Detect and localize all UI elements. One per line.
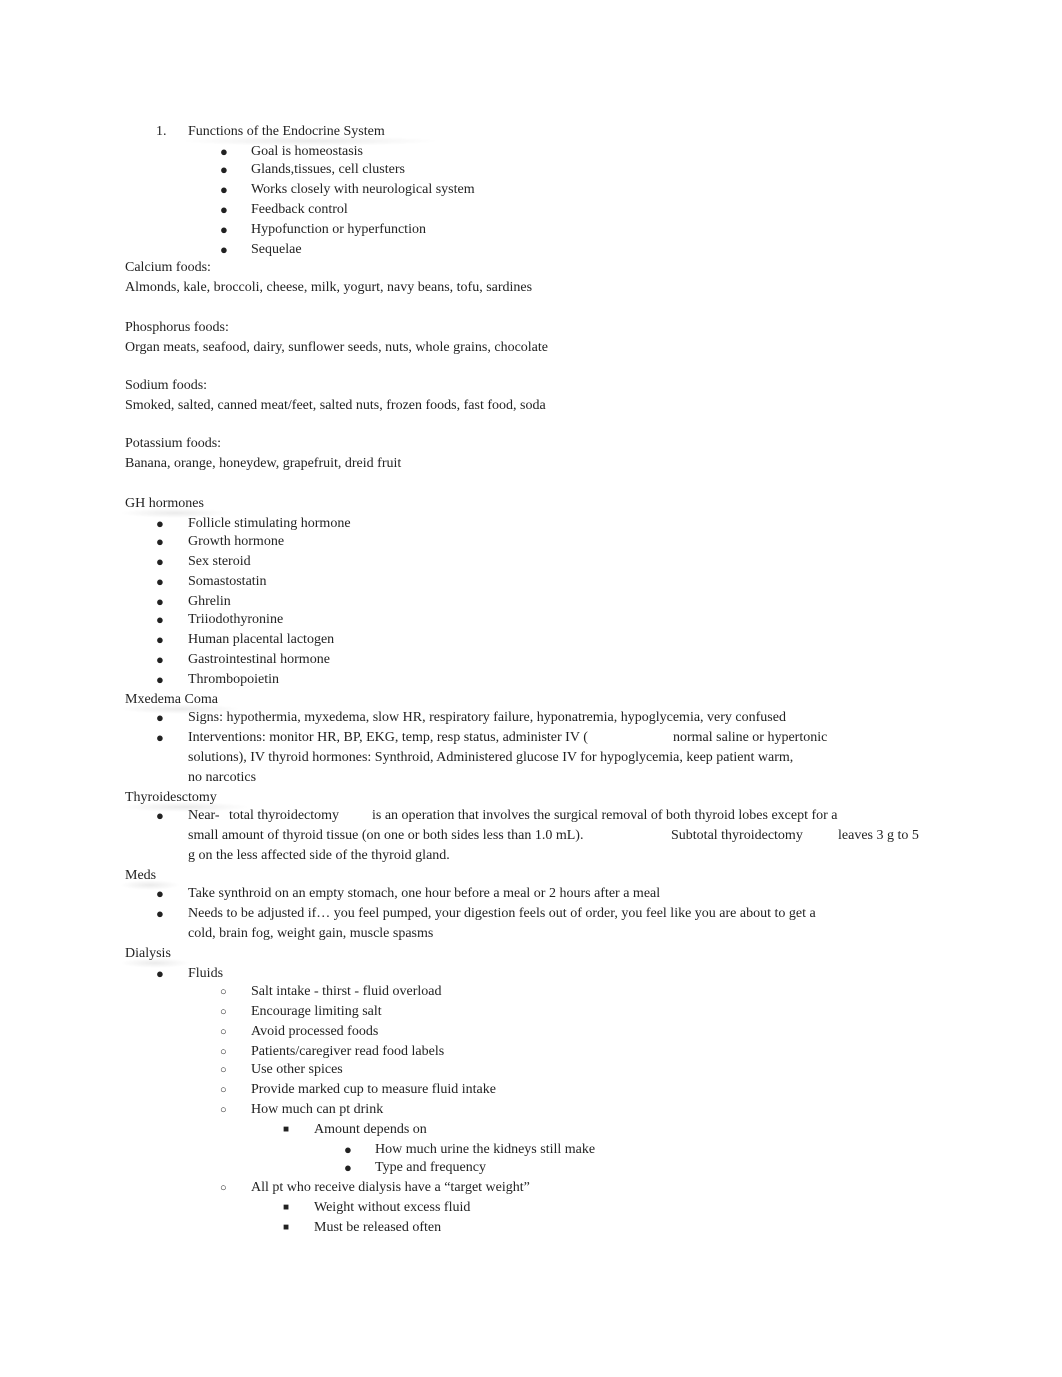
bullet-icon: ● — [344, 1160, 352, 1175]
list-item: Growth hormone — [188, 534, 285, 549]
square-bullet-icon: ■ — [283, 1124, 290, 1135]
hollow-bullet-icon: ○ — [220, 1084, 227, 1096]
hollow-bullet-icon: ○ — [220, 986, 227, 998]
bullet-icon: ● — [220, 202, 228, 217]
signs-text: Signs: hypothermia, myxedema, slow HR, r… — [188, 710, 786, 725]
bullet-icon: ● — [156, 808, 164, 823]
bullet-icon: ● — [156, 906, 164, 921]
bullet-icon: ● — [156, 574, 164, 589]
list-item: Thrombopoietin — [188, 672, 279, 687]
bullet-icon: ● — [220, 144, 228, 159]
meds-heading: Meds — [125, 868, 157, 883]
list-item: Provide marked cup to measure fluid inta… — [251, 1082, 496, 1097]
thyroidectomy-heading: Thyroidesctomy — [125, 790, 217, 805]
list-item: Gastrointestinal hormone — [188, 652, 330, 667]
list-item: Type and frequency — [375, 1160, 486, 1175]
list-item: Works closely with neurological system — [251, 182, 475, 197]
bullet-icon: ● — [220, 242, 228, 257]
thyroidectomy-text-1c: is an operation that involves the surgic… — [372, 808, 838, 823]
list-item: Ghrelin — [188, 594, 231, 609]
list-item: Human placental lactogen — [188, 632, 335, 647]
list-item: Feedback control — [251, 202, 348, 217]
list-number: 1. — [156, 124, 167, 139]
food-label-calcium: Calcium foods: — [125, 260, 211, 275]
bullet-icon: ● — [156, 710, 164, 725]
fluids-item: Fluids — [188, 966, 224, 981]
dialysis-heading: Dialysis — [125, 946, 171, 961]
bullet-icon: ● — [156, 534, 164, 549]
food-list-potassium: Banana, orange, honeydew, grapefruit, dr… — [125, 456, 402, 471]
bullet-icon: ● — [156, 652, 164, 667]
thyroidectomy-text-1b: total thyroidectomy — [229, 808, 340, 823]
interventions-text-1a: Interventions: monitor HR, BP, EKG, temp… — [188, 730, 588, 745]
hollow-bullet-icon: ○ — [220, 1182, 227, 1194]
list-item: Salt intake - thirst - fluid overload — [251, 984, 442, 999]
hollow-bullet-icon: ○ — [220, 1026, 227, 1038]
hollow-bullet-icon: ○ — [220, 1104, 227, 1116]
list-item: Avoid processed foods — [251, 1024, 379, 1039]
bullet-icon: ● — [220, 222, 228, 237]
bullet-icon: ● — [156, 886, 164, 901]
food-label-phosphorus: Phosphorus foods: — [125, 320, 229, 335]
interventions-text-1b: normal saline or hypertonic — [673, 730, 828, 745]
food-label-potassium: Potassium foods: — [125, 436, 222, 451]
list-item: Use other spices — [251, 1062, 343, 1077]
food-label-sodium: Sodium foods: — [125, 378, 208, 393]
bullet-icon: ● — [220, 182, 228, 197]
hollow-bullet-icon: ○ — [220, 1046, 227, 1058]
list-item: Goal is homeostasis — [251, 144, 363, 159]
list-item: Triiodothyronine — [188, 612, 284, 627]
list-item: Must be released often — [314, 1220, 442, 1235]
list-item: How much can pt drink — [251, 1102, 384, 1117]
list-item: Sequelae — [251, 242, 302, 257]
bullet-icon: ● — [156, 966, 164, 981]
list-item: All pt who receive dialysis have a “targ… — [251, 1180, 530, 1195]
list-item: Sex steroid — [188, 554, 251, 569]
hollow-bullet-icon: ○ — [220, 1006, 227, 1018]
list-item: Follicle stimulating hormone — [188, 516, 351, 531]
section-title: Functions of the Endocrine System — [188, 124, 385, 139]
list-item: How much urine the kidneys still make — [375, 1142, 596, 1157]
meds-text-1: Take synthroid on an empty stomach, one … — [188, 886, 661, 901]
food-list-phosphorus: Organ meats, seafood, dairy, sunflower s… — [125, 340, 548, 355]
hollow-bullet-icon: ○ — [220, 1064, 227, 1076]
list-item: Encourage limiting salt — [251, 1004, 382, 1019]
list-item: Patients/caregiver read food labels — [251, 1044, 445, 1059]
myxedema-heading: Mxedema Coma — [125, 692, 218, 707]
food-list-calcium: Almonds, kale, broccoli, cheese, milk, y… — [125, 280, 533, 295]
list-item: Weight without excess fluid — [314, 1200, 471, 1215]
bullet-icon: ● — [156, 632, 164, 647]
bullet-icon: ● — [220, 162, 228, 177]
square-bullet-icon: ■ — [283, 1222, 290, 1233]
thyroidectomy-text-2b: Subtotal thyroidectomy — [671, 828, 803, 843]
meds-text-2b: cold, brain fog, weight gain, muscle spa… — [188, 926, 434, 941]
bullet-icon: ● — [156, 516, 164, 531]
list-item: Somastostatin — [188, 574, 267, 589]
list-item: Amount depends on — [314, 1122, 427, 1137]
square-bullet-icon: ■ — [283, 1202, 290, 1213]
interventions-text-3: no narcotics — [188, 770, 257, 785]
list-item: Glands,tissues, cell clusters — [251, 162, 405, 177]
bullet-icon: ● — [156, 594, 164, 609]
thyroidectomy-text-1a: Near- — [188, 808, 220, 823]
thyroidectomy-text-3: g on the less affected side of the thyro… — [188, 848, 450, 863]
interventions-text-2: solutions), IV thyroid hormones: Synthro… — [188, 750, 794, 765]
list-item: Hypofunction or hyperfunction — [251, 222, 426, 237]
gh-heading: GH hormones — [125, 496, 204, 511]
bullet-icon: ● — [156, 554, 164, 569]
thyroidectomy-text-2a: small amount of thyroid tissue (on one o… — [188, 828, 584, 843]
bullet-icon: ● — [156, 730, 164, 745]
thyroidectomy-text-2c: leaves 3 g to 5 — [838, 828, 919, 843]
bullet-icon: ● — [344, 1142, 352, 1157]
meds-text-2a: Needs to be adjusted if… you feel pumped… — [188, 906, 816, 921]
bullet-icon: ● — [156, 672, 164, 687]
food-list-sodium: Smoked, salted, canned meat/feet, salted… — [125, 398, 546, 413]
bullet-icon: ● — [156, 612, 164, 627]
